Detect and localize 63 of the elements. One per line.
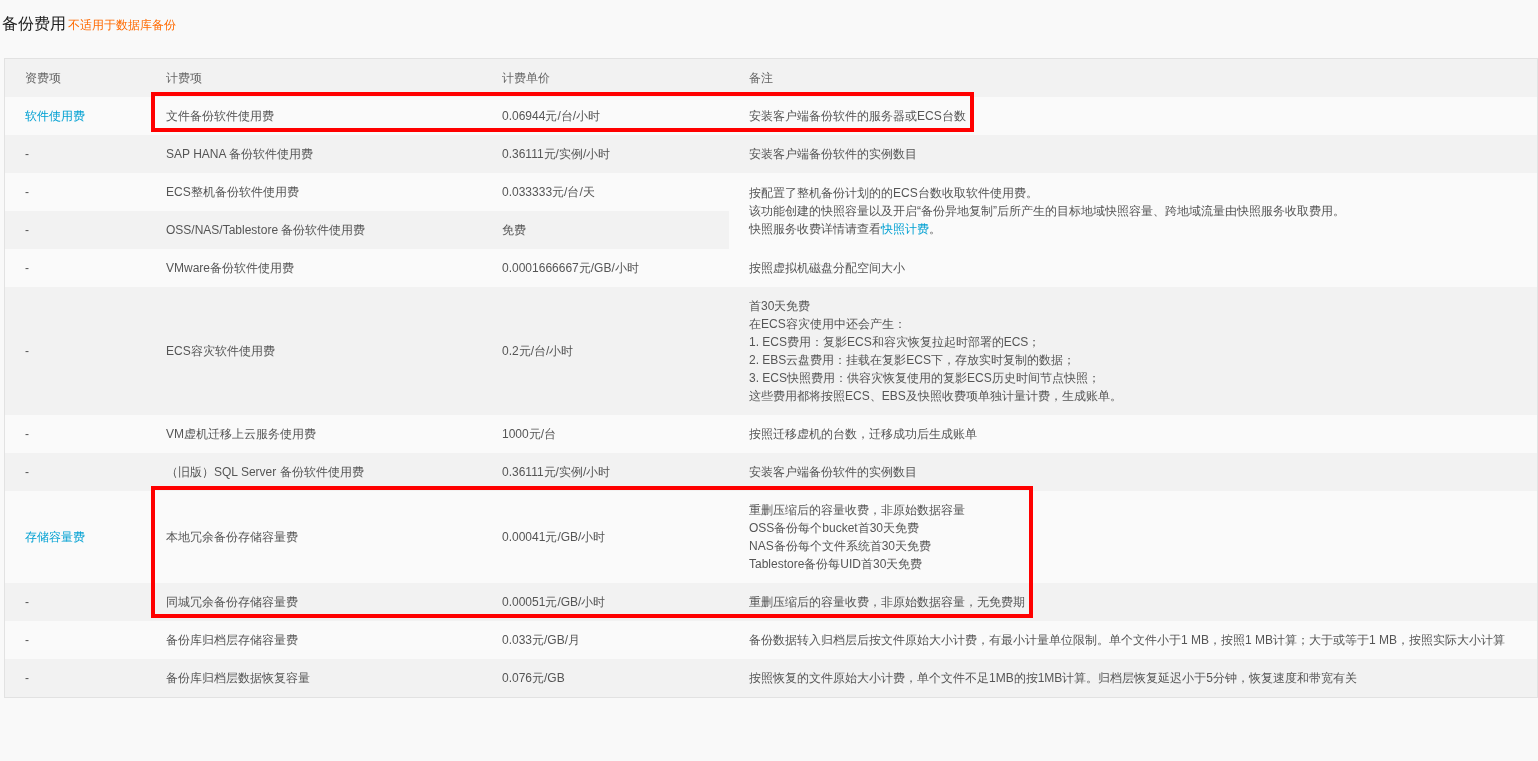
table-cell: - xyxy=(25,147,29,161)
table-cell: 0.0001666667元/GB/小时 xyxy=(502,261,639,275)
table-cell: 文件备份软件使用费 xyxy=(166,109,274,123)
note-text: 按照恢复的文件原始大小计费，单个文件不足1MB的按1MB计算。归档层恢复延迟小于5分钟，恢复速度和带宽有关 xyxy=(749,670,1358,687)
section-title: 备份费用 xyxy=(2,14,66,34)
table-cell: - xyxy=(25,633,29,647)
table-cell: 本地冗余备份存储容量费 xyxy=(166,530,298,544)
table-cell: OSS/NAS/Tablestore 备份软件使用费 xyxy=(166,223,366,237)
table-cell: VMware备份软件使用费 xyxy=(166,261,294,275)
note-text: 重删压缩后的容量收费，非原始数据容量 xyxy=(749,502,965,519)
note-text: 安装客户端备份软件的实例数目 xyxy=(749,464,917,481)
table-cell: - xyxy=(25,185,29,199)
note-text: 快照服务收费详情请查看快照计费。 xyxy=(749,221,941,238)
table-cell: 0.00041元/GB/小时 xyxy=(502,530,606,544)
note-text: 按配置了整机备份计划的的ECS台数收取软件使用费。 xyxy=(749,185,1038,202)
table-cell: - xyxy=(25,465,29,479)
table-cell: ECS整机备份软件使用费 xyxy=(166,185,299,199)
note-text: 3. ECS快照费用：供容灾恢复使用的复影ECS历史时间节点快照； xyxy=(749,370,1100,387)
note-text: 备份数据转入归档层后按文件原始大小计费，有最小计量单位限制。单个文件小于1 MB，按照1 MB计算；大于或等于1 MB，按照实际大小计算 xyxy=(749,632,1506,649)
column-header: 资费项 xyxy=(5,59,146,97)
fee-type-link[interactable]: 存储容量费 xyxy=(25,530,85,544)
note-text: 在ECS容灾使用中还会产生： xyxy=(749,316,906,333)
note-text: 该功能创建的快照容量以及开启“备份异地复制”后所产生的目标地域快照容量、跨地域流量由快照服务收取费用。 xyxy=(749,203,1345,220)
table-cell: 0.36111元/实例/小时 xyxy=(502,465,611,479)
table-cell: - xyxy=(25,223,29,237)
note-text: 首30天免费 xyxy=(749,298,811,315)
note-text: NAS备份每个文件系统首30天免费 xyxy=(749,538,932,555)
table-cell: SAP HANA 备份软件使用费 xyxy=(166,147,314,161)
note-text: 重删压缩后的容量收费，非原始数据容量，无免费期 xyxy=(749,594,1025,611)
table-cell: 0.076元/GB xyxy=(502,671,565,685)
table-cell: 1000元/台 xyxy=(502,427,557,441)
note-text: 按照迁移虚机的台数，迁移成功后生成账单 xyxy=(749,426,977,443)
table-cell: 备份库归档层数据恢复容量 xyxy=(166,671,310,685)
table-cell: - xyxy=(25,344,29,358)
note-text: 2. EBS云盘费用：挂载在复影ECS下，存放实时复制的数据； xyxy=(749,352,1076,369)
table-cell: - xyxy=(25,595,29,609)
table-cell: 0.06944元/台/小时 xyxy=(502,109,601,123)
section-subtitle: 不适用于数据库备份 xyxy=(68,17,176,34)
table-cell: - xyxy=(25,671,29,685)
column-header: 计费项 xyxy=(146,59,482,97)
column-header: 备注 xyxy=(729,59,1537,97)
table-cell: VM虚机迁移上云服务使用费 xyxy=(166,427,316,441)
table-cell: 同城冗余备份存储容量费 xyxy=(166,595,298,609)
table-cell: 0.033元/GB/月 xyxy=(502,633,581,647)
note-text: Tablestore备份每UID首30天免费 xyxy=(749,556,923,573)
table-cell: 0.00051元/GB/小时 xyxy=(502,595,606,609)
table-cell: ECS容灾软件使用费 xyxy=(166,344,275,358)
fee-type-link[interactable]: 软件使用费 xyxy=(25,109,85,123)
table-cell: 0.36111元/实例/小时 xyxy=(502,147,611,161)
note-text: 安装客户端备份软件的服务器或ECS台数 xyxy=(749,108,966,125)
note-text: 按照虚拟机磁盘分配空间大小 xyxy=(749,260,905,277)
pricing-link[interactable]: 快照计费 xyxy=(881,222,929,236)
table-cell: （旧版）SQL Server 备份软件使用费 xyxy=(166,465,364,479)
table-cell: - xyxy=(25,261,29,275)
note-text: 这些费用都将按照ECS、EBS及快照收费项单独计量计费，生成账单。 xyxy=(749,388,1122,405)
note-text: OSS备份每个bucket首30天免费 xyxy=(749,520,920,537)
table-cell: 0.2元/台/小时 xyxy=(502,344,574,358)
table-cell: 备份库归档层存储容量费 xyxy=(166,633,298,647)
table-cell: - xyxy=(25,427,29,441)
table-cell: 0.033333元/台/天 xyxy=(502,185,595,199)
note-text: 安装客户端备份软件的实例数目 xyxy=(749,146,917,163)
table-cell: 免费 xyxy=(502,223,526,237)
note-text: 1. ECS费用：复影ECS和容灾恢复拉起时部署的ECS； xyxy=(749,334,1041,351)
